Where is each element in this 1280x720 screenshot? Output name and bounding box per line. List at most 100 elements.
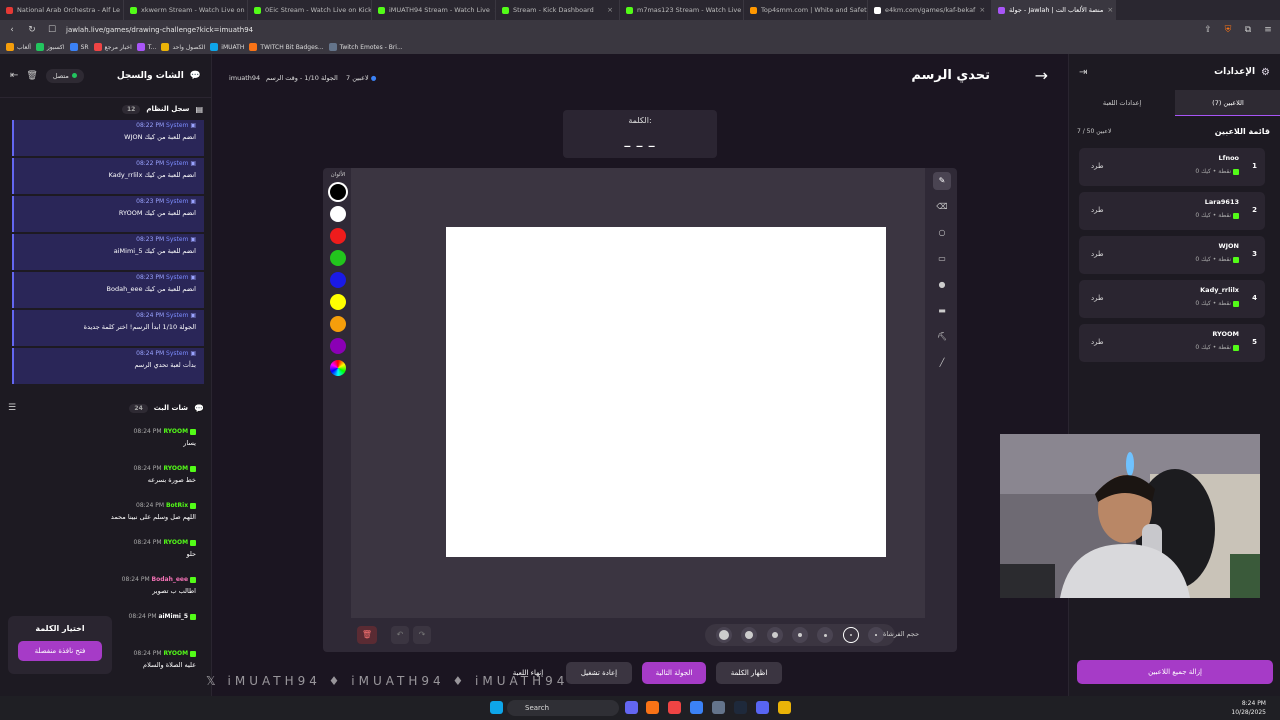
bookmark-icon[interactable]: ☐ (46, 25, 58, 35)
player-source: كيك (1201, 168, 1211, 175)
bookmark-label: T... (147, 43, 157, 51)
chat-username[interactable]: aiMimi_5 (158, 613, 188, 620)
browser-tab[interactable]: m7mas123 Stream - Watch Live on× (620, 0, 744, 20)
browser-tab[interactable]: xkwerm Stream - Watch Live on× (124, 0, 248, 20)
drawing-canvas[interactable] (446, 227, 886, 557)
browser-tab[interactable]: جولة - Jawlah | منصة الألعاب الت × (992, 0, 1116, 20)
open-popup-button[interactable]: فتح نافذة منفصلة (18, 641, 102, 661)
trash-icon[interactable]: 🗑 (26, 71, 37, 81)
eraser-icon[interactable]: ⌫ (933, 198, 951, 216)
chat-username[interactable]: RYOOM (163, 650, 188, 657)
message-text: Bodah_eee انضم للعبة من كيك (106, 285, 196, 293)
bookmark-item[interactable]: T... (136, 43, 157, 51)
chat-message-meta: 08:24 PM RYOOM (0, 428, 196, 435)
url-field[interactable]: jawlah.live/games/drawing-challenge?kick… (66, 26, 1194, 34)
clear-canvas-button[interactable]: 🗑 (357, 626, 377, 644)
next-round-button[interactable]: الجولة التالية (642, 662, 706, 684)
rectangle-outline-icon[interactable]: ▭ (933, 250, 951, 268)
back-arrow-icon[interactable]: → (1035, 66, 1048, 85)
canvas-area (351, 168, 925, 618)
collapse-right-icon[interactable]: ⇥ (1079, 67, 1087, 78)
app-icon-3[interactable] (712, 701, 725, 714)
bookmark-item[interactable]: اخبار مرجع (93, 43, 132, 51)
windows-start-icon[interactable] (490, 701, 503, 714)
share-icon[interactable]: ⇪ (1202, 25, 1214, 35)
fill-bucket-icon[interactable]: ⛏ (933, 328, 951, 346)
color-swatch[interactable] (330, 184, 346, 200)
browser-tab[interactable]: iMUATH94 Stream - Watch Live× (372, 0, 496, 20)
back-icon[interactable]: ‹ (6, 25, 18, 35)
chat-username[interactable]: RYOOM (163, 539, 188, 546)
redo-icon[interactable]: ↷ (413, 626, 431, 644)
menu-icon[interactable]: ≡ (1262, 25, 1274, 35)
message-text: اطالب ب تصوير (152, 587, 196, 595)
circle-outline-icon[interactable]: ○ (933, 224, 951, 242)
tab-close-icon[interactable]: × (1107, 6, 1113, 14)
custom-color-picker-icon[interactable] (330, 360, 346, 376)
discord-icon[interactable] (756, 701, 769, 714)
circle-fill-icon[interactable]: ● (933, 276, 951, 294)
bookmark-item[interactable]: الكصول واحد (161, 43, 205, 51)
brush-size-md[interactable] (766, 627, 783, 643)
restart-button[interactable]: إعادة تشغيل (566, 662, 632, 684)
taskbar-search[interactable]: Search (507, 700, 619, 716)
color-swatch[interactable] (330, 250, 346, 266)
pencil-icon[interactable]: ✎ (933, 172, 951, 190)
brush-size-sm[interactable] (791, 627, 808, 643)
tab-close-icon[interactable]: × (979, 6, 985, 14)
app-icon-4[interactable] (734, 701, 747, 714)
chat-username[interactable]: RYOOM (163, 428, 188, 435)
brush-size-xl[interactable] (715, 627, 732, 643)
browser-tab[interactable]: e4km.com/games/kaf-bekaf × (868, 0, 992, 20)
bookmark-item[interactable]: اكسبوز (35, 43, 65, 51)
system-log-header[interactable]: 12 سجل النظام ▤ (0, 98, 211, 120)
tab-close-icon[interactable]: × (607, 6, 613, 14)
chat-username[interactable]: BotRix (166, 502, 188, 509)
line-icon[interactable]: ╱ (933, 354, 951, 372)
kick-player-button[interactable]: طرد (1091, 162, 1104, 170)
show-word-button[interactable]: اظهار الكلمة (716, 662, 782, 684)
kick-player-button[interactable]: طرد (1091, 338, 1104, 346)
extensions-icon[interactable]: ⧉ (1242, 25, 1254, 35)
bookmark-item[interactable]: TWITCH Bit Badges... (249, 43, 324, 51)
kick-player-button[interactable]: طرد (1091, 206, 1104, 214)
kick-icon (190, 613, 196, 620)
browser-tab[interactable]: Top4smm.com | White and Safety Pr× (744, 0, 868, 20)
brush-size-min[interactable] (868, 627, 885, 643)
color-swatch[interactable] (330, 294, 346, 310)
color-swatch[interactable] (330, 228, 346, 244)
brush-size-xxs[interactable] (842, 627, 859, 643)
collapse-icon[interactable]: ⇤ (10, 70, 18, 81)
kick-player-button[interactable]: طرد (1091, 250, 1104, 258)
browser-tab[interactable]: 0Eic Stream - Watch Live on Kick× (248, 0, 372, 20)
tab-game-settings[interactable]: إعدادات اللعبة (1069, 90, 1175, 116)
bookmark-item[interactable]: Twitch Emotes - Bri... (328, 43, 403, 51)
brush-size-lg[interactable] (741, 627, 758, 643)
rectangle-fill-icon[interactable]: ▬ (933, 302, 951, 320)
undo-icon[interactable]: ↶ (391, 626, 409, 644)
color-swatch[interactable] (330, 316, 346, 332)
app-icon-2[interactable] (690, 701, 703, 714)
color-swatch[interactable] (330, 272, 346, 288)
chat-username[interactable]: Bodah_eee (152, 576, 189, 583)
brave-shield-icon[interactable]: ⛨ (1222, 25, 1234, 35)
brave-icon[interactable] (646, 701, 659, 714)
bookmark-item[interactable]: ألعاب (6, 43, 31, 51)
browser-tab[interactable]: National Arab Orchestra - Alf Le× (0, 0, 124, 20)
app-icon-1[interactable] (668, 701, 681, 714)
browser-tab[interactable]: Stream - Kick Dashboard × (496, 0, 620, 20)
taskview-icon[interactable] (625, 701, 638, 714)
bookmark-item[interactable]: SR (69, 43, 89, 51)
chat-username[interactable]: RYOOM (163, 465, 188, 472)
remove-all-players-button[interactable]: إزالة جميع اللاعبين (1077, 660, 1273, 684)
reload-icon[interactable]: ↻ (26, 25, 38, 35)
app-icon-5[interactable] (778, 701, 791, 714)
color-swatch[interactable] (330, 338, 346, 354)
live-chat-header[interactable]: ☰ 24 شات البث 💬 (0, 398, 212, 418)
bookmark-item[interactable]: iMUATH (210, 43, 244, 51)
brush-size-xs[interactable] (817, 627, 834, 643)
kick-player-button[interactable]: طرد (1091, 294, 1104, 302)
chat-menu-icon[interactable]: ☰ (8, 403, 16, 413)
tab-players[interactable]: اللاعبين (7) (1175, 90, 1280, 116)
color-swatch[interactable] (330, 206, 346, 222)
